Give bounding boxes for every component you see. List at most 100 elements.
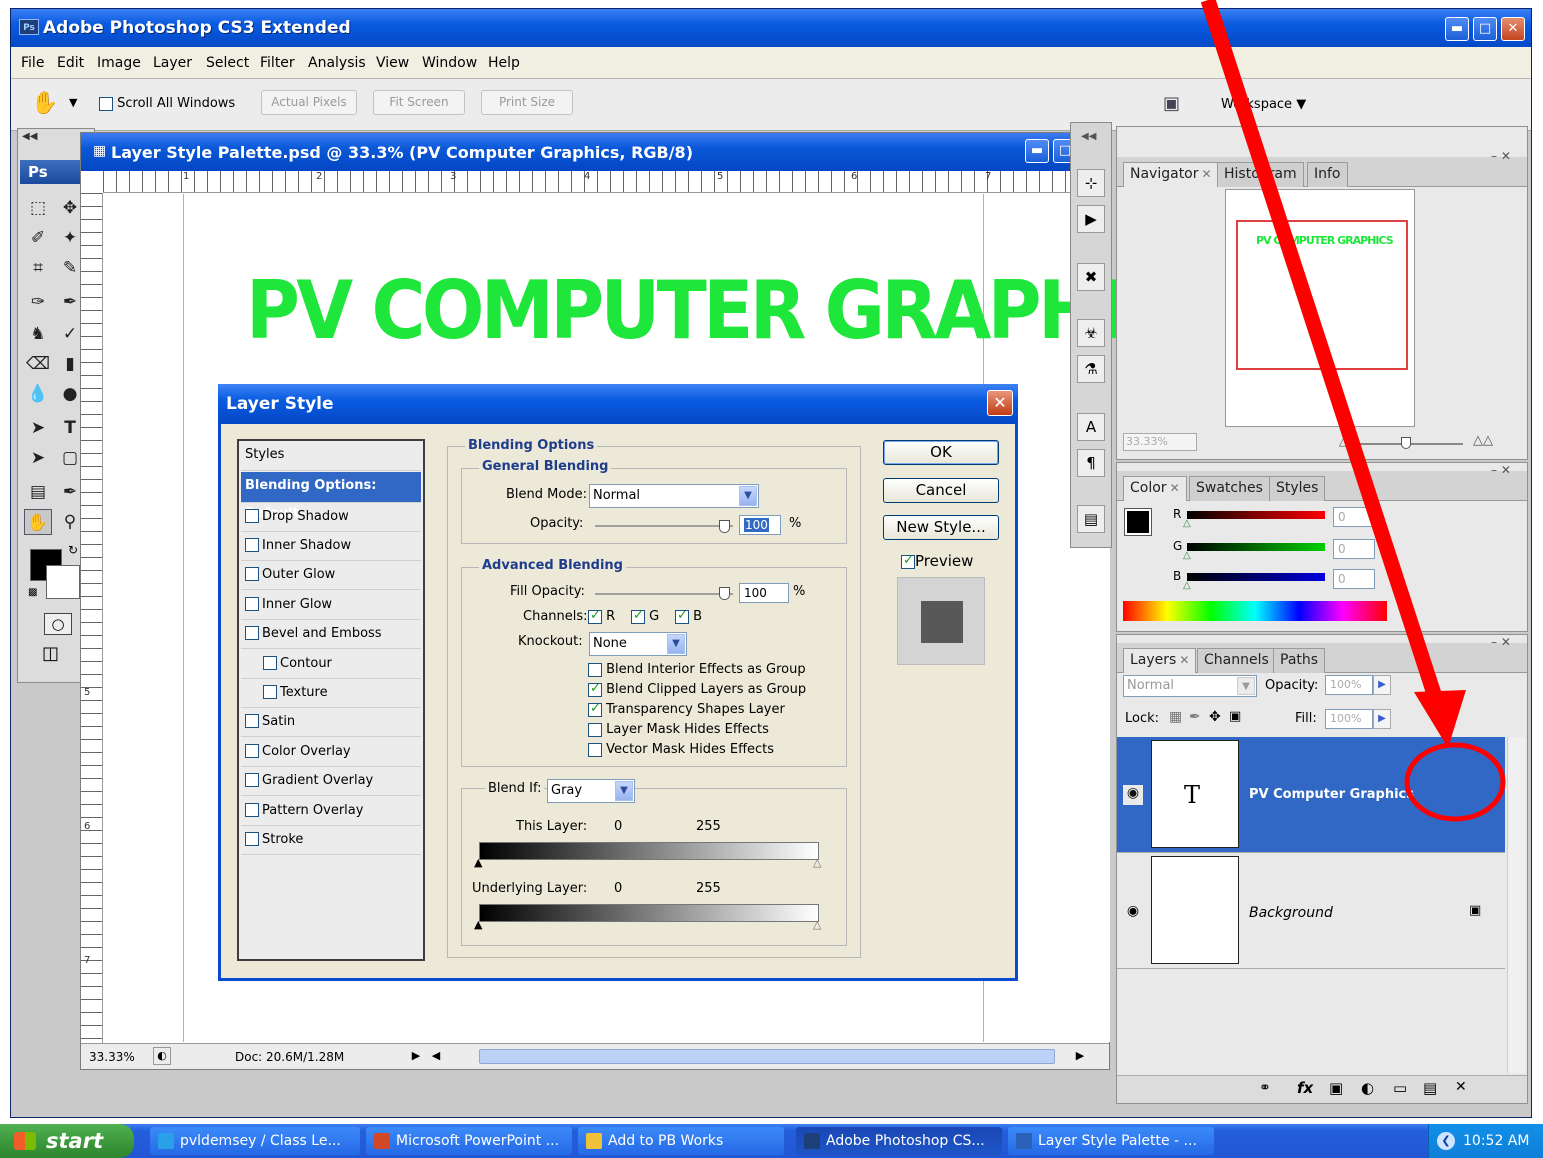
- style-item-color-overlay[interactable]: Color Overlay: [241, 738, 421, 767]
- menu-image[interactable]: Image: [97, 55, 141, 71]
- green-channel-slider[interactable]: [1187, 543, 1325, 551]
- blur-tool-icon[interactable]: 💧: [24, 381, 52, 407]
- horizontal-scrollbar[interactable]: [479, 1049, 1055, 1064]
- collapse-icon[interactable]: ◀◀: [22, 131, 37, 142]
- blending-options-item[interactable]: Blending Options: Default: [241, 472, 421, 521]
- red-value-input[interactable]: 0: [1333, 507, 1375, 527]
- menu-edit[interactable]: Edit: [57, 55, 84, 71]
- opacity-slider-thumb[interactable]: [719, 520, 730, 533]
- menu-window[interactable]: Window: [422, 55, 477, 71]
- channel-r-checkbox[interactable]: R: [588, 608, 615, 624]
- underlying-black-slider-icon[interactable]: ▲: [474, 918, 482, 931]
- actual-pixels-button[interactable]: Actual Pixels: [261, 90, 357, 115]
- crop-tool-icon[interactable]: ⌗: [24, 255, 52, 281]
- fill-opacity-slider-track[interactable]: [595, 593, 733, 595]
- fill-input[interactable]: 100%: [1325, 709, 1373, 729]
- styles-list-header[interactable]: Styles: [241, 441, 421, 471]
- style-item-satin[interactable]: Satin: [241, 708, 421, 737]
- checkbox[interactable]: [245, 831, 259, 846]
- checkbox[interactable]: [245, 802, 259, 817]
- fill-arrow-icon[interactable]: ▶: [1373, 709, 1391, 729]
- close-icon[interactable]: ✕: [1202, 167, 1212, 181]
- blend-mode-select[interactable]: Normal ▼: [589, 484, 759, 508]
- underlying-white-slider-icon[interactable]: △: [813, 918, 821, 931]
- layer-mask-hides-checkbox[interactable]: Layer Mask Hides Effects: [588, 722, 769, 737]
- style-item-bevel-emboss[interactable]: Bevel and Emboss: [241, 620, 421, 649]
- foreground-color-swatch[interactable]: [1124, 508, 1152, 536]
- menu-layer[interactable]: Layer: [153, 55, 192, 71]
- print-size-button[interactable]: Print Size: [481, 90, 573, 115]
- vector-mask-hides-checkbox[interactable]: Vector Mask Hides Effects: [588, 742, 774, 757]
- red-slider-thumb-icon[interactable]: △: [1183, 518, 1191, 529]
- underlying-gradient-bar[interactable]: [479, 904, 819, 922]
- style-item-gradient-overlay[interactable]: Gradient Overlay: [241, 767, 421, 796]
- eraser-tool-icon[interactable]: ⌫: [24, 351, 52, 377]
- transparency-shapes-checkbox[interactable]: Transparency Shapes Layer: [588, 701, 785, 717]
- green-value-input[interactable]: 0: [1333, 539, 1375, 559]
- menu-file[interactable]: File: [21, 55, 44, 71]
- panel-minimize-icon[interactable]: – ✕: [1491, 149, 1511, 163]
- checkbox[interactable]: [588, 681, 602, 697]
- fill-opacity-slider-thumb[interactable]: [719, 587, 730, 600]
- checkbox[interactable]: [245, 772, 259, 787]
- hand-tool-icon[interactable]: ✋: [24, 509, 52, 535]
- lock-all-icon[interactable]: ▣: [1229, 709, 1241, 724]
- tab-styles[interactable]: Styles: [1269, 476, 1326, 501]
- brushes-icon[interactable]: ☣: [1077, 319, 1105, 347]
- history-icon[interactable]: ⊹: [1077, 169, 1105, 197]
- tab-color[interactable]: Color ✕: [1123, 476, 1187, 501]
- tab-channels[interactable]: Channels: [1197, 648, 1276, 673]
- clone-stamp-tool-icon[interactable]: ♞: [24, 321, 52, 347]
- color-ramp[interactable]: [1123, 601, 1387, 621]
- new-layer-icon[interactable]: ▤: [1423, 1079, 1437, 1097]
- channel-g-checkbox[interactable]: G: [631, 608, 659, 624]
- cancel-button[interactable]: Cancel: [883, 478, 999, 503]
- layer-row[interactable]: ◉ T PV Computer Graphics: [1117, 737, 1505, 853]
- this-layer-black-slider-icon[interactable]: ▲: [474, 856, 482, 869]
- checkbox[interactable]: [245, 508, 259, 523]
- checkbox[interactable]: [588, 662, 602, 677]
- paragraph-icon[interactable]: ¶: [1077, 449, 1105, 477]
- close-icon[interactable]: ✕: [1501, 17, 1525, 41]
- checkbox[interactable]: [901, 553, 915, 569]
- blend-clipped-checkbox[interactable]: Blend Clipped Layers as Group: [588, 681, 806, 697]
- style-item-outer-glow[interactable]: Outer Glow: [241, 561, 421, 590]
- menu-filter[interactable]: Filter: [260, 55, 295, 71]
- checkbox[interactable]: [245, 537, 259, 552]
- zoom-slider-thumb[interactable]: [1401, 437, 1411, 449]
- layer-name[interactable]: Background: [1249, 905, 1333, 921]
- new-style-button[interactable]: New Style...: [883, 515, 999, 540]
- quick-mask-icon[interactable]: ○: [44, 613, 72, 635]
- preview-checkbox[interactable]: Preview: [901, 552, 973, 570]
- layer-opacity-input[interactable]: 100%: [1325, 675, 1373, 695]
- tab-navigator[interactable]: Navigator ✕: [1123, 162, 1219, 187]
- tray-expand-icon[interactable]: ❮: [1437, 1132, 1455, 1150]
- new-group-icon[interactable]: ▭: [1393, 1079, 1407, 1097]
- this-layer-white-slider-icon[interactable]: △: [813, 856, 821, 869]
- bridge-icon[interactable]: ▣: [1163, 93, 1180, 114]
- lock-image-icon[interactable]: ✒: [1189, 709, 1201, 725]
- layer-blend-mode-select[interactable]: Normal ▼: [1123, 675, 1257, 697]
- task-photoshop[interactable]: Adobe Photoshop CS...: [796, 1127, 1002, 1155]
- task-browser[interactable]: pvldemsey / Class Le...: [150, 1127, 360, 1155]
- green-slider-thumb-icon[interactable]: △: [1183, 550, 1191, 561]
- blend-interior-checkbox[interactable]: Blend Interior Effects as Group: [588, 662, 806, 677]
- layer-comps-icon[interactable]: ▤: [1077, 505, 1105, 533]
- panel-minimize-icon[interactable]: – ✕: [1491, 463, 1511, 477]
- task-folder[interactable]: Add to PB Works: [578, 1127, 784, 1155]
- tab-histogram[interactable]: Histogram: [1217, 162, 1304, 187]
- opacity-slider-track[interactable]: [595, 525, 733, 527]
- adjustment-layer-icon[interactable]: ◐: [1361, 1079, 1374, 1097]
- screen-mode-icon[interactable]: ◫: [42, 643, 59, 664]
- layers-scrollbar[interactable]: [1507, 737, 1525, 1073]
- style-item-drop-shadow[interactable]: Drop Shadow: [241, 503, 421, 532]
- menu-view[interactable]: View: [376, 55, 409, 71]
- pen-tool-icon[interactable]: ➤: [24, 415, 52, 441]
- eye-icon[interactable]: ◉: [1123, 903, 1143, 923]
- blend-if-select[interactable]: Gray ▼: [547, 779, 635, 803]
- background-color-swatch[interactable]: [46, 565, 80, 599]
- clone-source-icon[interactable]: ⚗: [1077, 355, 1105, 383]
- style-item-inner-shadow[interactable]: Inner Shadow: [241, 532, 421, 561]
- checkbox[interactable]: [245, 566, 259, 581]
- task-powerpoint[interactable]: Microsoft PowerPoint ...: [366, 1127, 572, 1155]
